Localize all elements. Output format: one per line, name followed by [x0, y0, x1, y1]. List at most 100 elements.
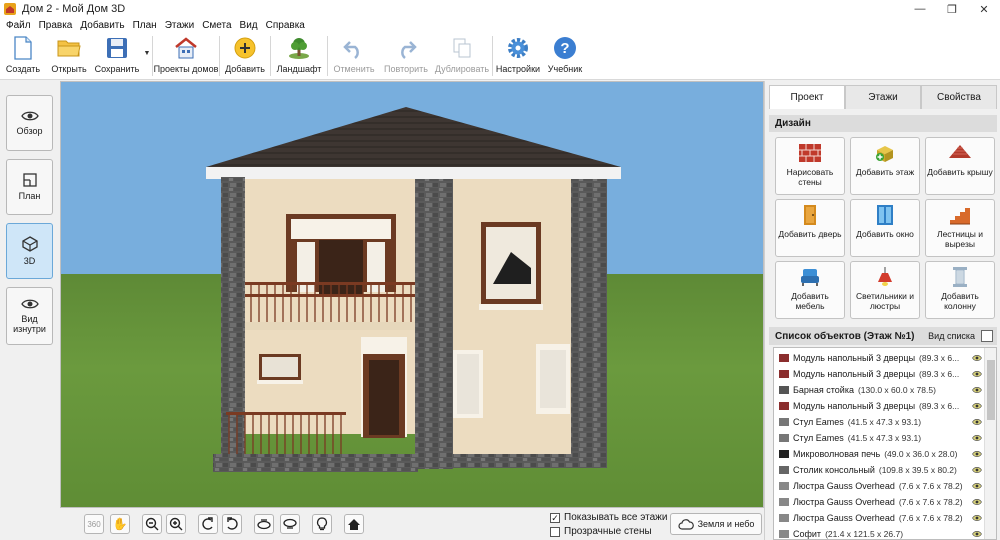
draw-walls-button[interactable]: Нарисовать стены [775, 137, 845, 195]
lamp-icon [779, 530, 789, 538]
list-item-name: Стул Eames [793, 417, 844, 427]
visibility-eye-icon[interactable] [972, 514, 982, 522]
list-item[interactable]: Микроволновая печь (49.0 x 36.0 x 28.0) [774, 446, 984, 462]
menu-view[interactable]: Вид [236, 20, 262, 31]
cube-3d-icon [21, 236, 38, 252]
visibility-eye-icon[interactable] [972, 530, 982, 538]
transparent-walls-checkbox[interactable]: Прозрачные стены [550, 526, 652, 537]
pan-hand-button[interactable]: ✋ [110, 514, 130, 534]
close-button[interactable]: ✕ [968, 0, 1000, 18]
rotate-360-button[interactable]: 360 [84, 514, 104, 534]
duplicate-button[interactable]: Дублировать [432, 32, 492, 80]
menu-plan[interactable]: План [129, 20, 161, 31]
create-button[interactable]: Создать [0, 32, 46, 80]
visibility-eye-icon[interactable] [972, 354, 982, 362]
list-item[interactable]: Модуль напольный 3 дверцы (89.3 x 6... [774, 350, 984, 366]
list-item[interactable]: Столик консольный (109.8 x 39.5 x 80.2) [774, 462, 984, 478]
list-item-dimensions: (21.4 x 121.5 x 26.7) [825, 529, 904, 539]
menu-edit[interactable]: Правка [35, 20, 77, 31]
list-item-name: Люстра Gauss Overhead [793, 513, 895, 523]
visibility-eye-icon[interactable] [972, 386, 982, 394]
menu-help[interactable]: Справка [262, 20, 309, 31]
visibility-eye-icon[interactable] [972, 482, 982, 490]
tab-floors[interactable]: Этажи [845, 85, 921, 109]
visibility-eye-icon[interactable] [972, 466, 982, 474]
scrollbar-thumb[interactable] [987, 360, 995, 420]
rotate-left-icon [202, 517, 213, 530]
settings-button[interactable]: Настройки [493, 32, 543, 80]
add-roof-button[interactable]: Добавить крышу [925, 137, 995, 195]
visibility-eye-icon[interactable] [972, 434, 982, 442]
view-inside-button[interactable]: Вид изнутри [6, 287, 53, 345]
3d-viewport[interactable] [60, 81, 764, 508]
list-item[interactable]: Стул Eames (41.5 x 47.3 x 93.1) [774, 430, 984, 446]
menu-add[interactable]: Добавить [76, 20, 128, 31]
redo-button[interactable]: Повторить [380, 32, 432, 80]
list-item[interactable]: Люстра Gauss Overhead (7.6 x 7.6 x 78.2) [774, 510, 984, 526]
list-item[interactable]: Люстра Gauss Overhead (7.6 x 7.6 x 78.2) [774, 478, 984, 494]
tilt-down-button[interactable] [280, 514, 300, 534]
tab-project[interactable]: Проект [769, 85, 845, 109]
visibility-eye-icon[interactable] [972, 370, 982, 378]
maximize-button[interactable]: ❐ [936, 0, 968, 18]
visibility-eye-icon[interactable] [972, 450, 982, 458]
viewport-controls: 360 ✋ ✓ Показывать все этажи Прозрачные … [60, 508, 764, 540]
open-button[interactable]: Открыть [46, 32, 92, 80]
list-item[interactable]: Барная стойка (130.0 x 60.0 x 78.5) [774, 382, 984, 398]
add-floor-button[interactable]: Добавить этаж [850, 137, 920, 195]
view-3d-button[interactable]: 3D [6, 223, 53, 279]
object-list-scrollbar[interactable] [984, 348, 996, 539]
list-item[interactable]: Люстра Gauss Overhead (7.6 x 7.6 x 78.2) [774, 494, 984, 510]
view-plan-button[interactable]: План [6, 159, 53, 215]
stairs-cutouts-button[interactable]: Лестницы и вырезы [925, 199, 995, 257]
house-projects-button[interactable]: Проекты домов [153, 32, 219, 80]
tab-properties[interactable]: Свойства [921, 85, 997, 109]
add-column-button[interactable]: Добавить колонну [925, 261, 995, 319]
ground-and-sky-button[interactable]: Земля и небо [670, 513, 762, 535]
duplicate-icon [449, 35, 475, 61]
tutorial-button[interactable]: ? Учебник [543, 32, 587, 80]
visibility-eye-icon[interactable] [972, 402, 982, 410]
cloud-icon [678, 518, 694, 530]
checkbox-empty-icon [550, 526, 560, 537]
menu-floors[interactable]: Этажи [161, 20, 199, 31]
add-furniture-button[interactable]: Добавить мебель [775, 261, 845, 319]
add-button[interactable]: Добавить [220, 32, 270, 80]
lighting-button[interactable] [312, 514, 332, 534]
list-view-icon[interactable] [981, 330, 993, 342]
armchair-icon [801, 269, 819, 286]
list-item[interactable]: Софит (21.4 x 121.5 x 26.7) [774, 526, 984, 539]
zoom-out-button[interactable] [142, 514, 162, 534]
home-icon [348, 518, 360, 530]
visibility-eye-icon[interactable] [972, 498, 982, 506]
home-view-button[interactable] [344, 514, 364, 534]
zoom-in-button[interactable] [166, 514, 186, 534]
list-view-toggle[interactable]: Вид списка [928, 331, 975, 341]
list-item[interactable]: Стул Eames (41.5 x 47.3 x 93.1) [774, 414, 984, 430]
undo-button[interactable]: Отменить [328, 32, 380, 80]
add-window-button[interactable]: Добавить окно [850, 199, 920, 257]
rotate-right-button[interactable] [222, 514, 242, 534]
list-item-name: Софит [793, 529, 822, 539]
microwave-icon [779, 450, 789, 458]
rotate-left-button[interactable] [198, 514, 218, 534]
view-overview-button[interactable]: Обзор [6, 95, 53, 151]
visibility-eye-icon[interactable] [972, 418, 982, 426]
menu-estimate[interactable]: Смета [198, 20, 235, 31]
main-toolbar: Создать Открыть Сохранить ▼ Проекты домо… [0, 32, 1000, 80]
rotate-right-icon [227, 517, 238, 530]
save-dropdown-arrow-icon[interactable]: ▼ [142, 50, 152, 57]
hand-icon: ✋ [112, 517, 128, 531]
light-bulb-icon [316, 517, 328, 531]
lamps-chandeliers-button[interactable]: Светильники и люстры [850, 261, 920, 319]
menu-file[interactable]: Файл [2, 20, 35, 31]
list-item[interactable]: Модуль напольный 3 дверцы (89.3 x 6... [774, 366, 984, 382]
tilt-up-button[interactable] [254, 514, 274, 534]
list-item[interactable]: Модуль напольный 3 дверцы (89.3 x 6... [774, 398, 984, 414]
add-door-button[interactable]: Добавить дверь [775, 199, 845, 257]
show-all-floors-checkbox[interactable]: ✓ Показывать все этажи [550, 512, 667, 523]
landscape-button[interactable]: Ландшафт [271, 32, 327, 80]
minimize-button[interactable]: — [904, 0, 936, 18]
orbit-down-icon [283, 518, 297, 529]
save-button[interactable]: Сохранить [92, 32, 142, 80]
